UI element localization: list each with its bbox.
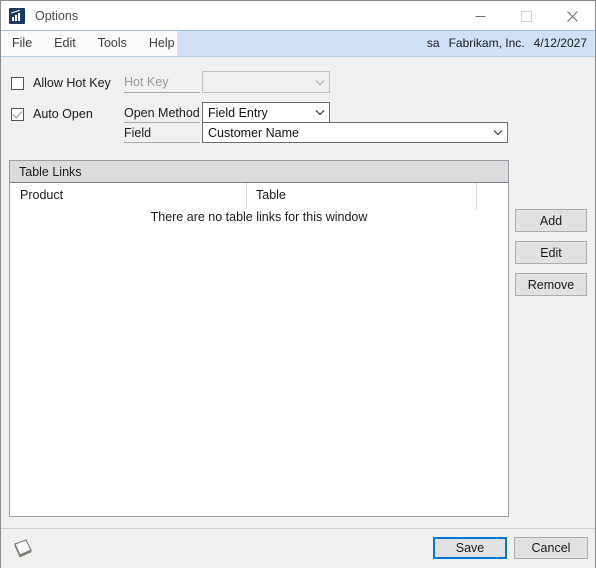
field-label: Field (124, 123, 200, 143)
column-divider[interactable] (246, 183, 247, 209)
minimize-button[interactable] (457, 1, 503, 31)
column-header-product[interactable]: Product (20, 188, 63, 202)
table-links-title: Table Links (19, 164, 82, 179)
current-date: 4/12/2027 (533, 36, 587, 50)
allow-hot-key-label: Allow Hot Key (33, 76, 111, 90)
auto-open-checkbox-row[interactable]: Auto Open (11, 107, 93, 121)
chevron-down-icon (311, 79, 329, 86)
open-method-label: Open Method (124, 103, 200, 123)
minimize-icon (475, 15, 485, 17)
open-method-value: Field Entry (208, 105, 268, 120)
field-value: Customer Name (208, 125, 299, 140)
title-bar: Options (1, 1, 595, 31)
window-controls (457, 1, 595, 31)
hot-key-combo[interactable] (202, 71, 330, 93)
menu-bar: File Edit Tools Help sa Fabrikam, Inc. 4… (1, 31, 595, 57)
company-name: Fabrikam, Inc. (448, 36, 525, 50)
window-title: Options (35, 9, 79, 23)
auto-open-checkbox[interactable] (11, 107, 24, 121)
cancel-button[interactable]: Cancel (514, 537, 588, 559)
company-info-bar: sa Fabrikam, Inc. 4/12/2027 (427, 31, 587, 56)
menu-item-edit[interactable]: Edit (43, 31, 87, 56)
table-links-empty-message: There are no table links for this window (150, 210, 368, 224)
field-combo[interactable]: Customer Name (202, 122, 508, 143)
menu-items: File Edit Tools Help (1, 31, 186, 56)
maximize-icon (520, 10, 532, 22)
close-icon (566, 10, 578, 22)
hot-key-label: Hot Key (124, 72, 200, 93)
table-links-header: Table Links (10, 161, 508, 183)
current-user: sa (426, 36, 440, 50)
chevron-down-icon (489, 129, 507, 136)
column-divider[interactable] (476, 183, 477, 209)
table-links-panel: Table Links Product Table There are no t… (9, 160, 509, 517)
menu-item-file[interactable]: File (1, 31, 43, 56)
remove-button[interactable]: Remove (515, 273, 587, 296)
open-method-combo[interactable]: Field Entry (202, 102, 330, 123)
column-header-table[interactable]: Table (256, 188, 286, 202)
allow-hot-key-checkbox[interactable] (11, 76, 24, 90)
table-links-column-headers: Product Table (10, 183, 508, 209)
options-window: Options File Edit Tools Help sa Fabrikam… (0, 0, 596, 568)
maximize-button[interactable] (503, 1, 549, 31)
chevron-down-icon (311, 109, 329, 116)
edit-button[interactable]: Edit (515, 241, 587, 264)
chart-app-icon (9, 8, 25, 24)
add-button[interactable]: Add (515, 209, 587, 232)
content-area: Allow Hot Key Auto Open Hot Key Open Met… (1, 57, 595, 528)
note-icon[interactable] (12, 538, 34, 558)
allow-hot-key-checkbox-row[interactable]: Allow Hot Key (11, 76, 111, 90)
close-button[interactable] (549, 1, 595, 31)
menu-item-tools[interactable]: Tools (87, 31, 138, 56)
save-button[interactable]: Save (433, 537, 507, 559)
menu-item-help[interactable]: Help (138, 31, 186, 56)
auto-open-label: Auto Open (33, 107, 93, 121)
